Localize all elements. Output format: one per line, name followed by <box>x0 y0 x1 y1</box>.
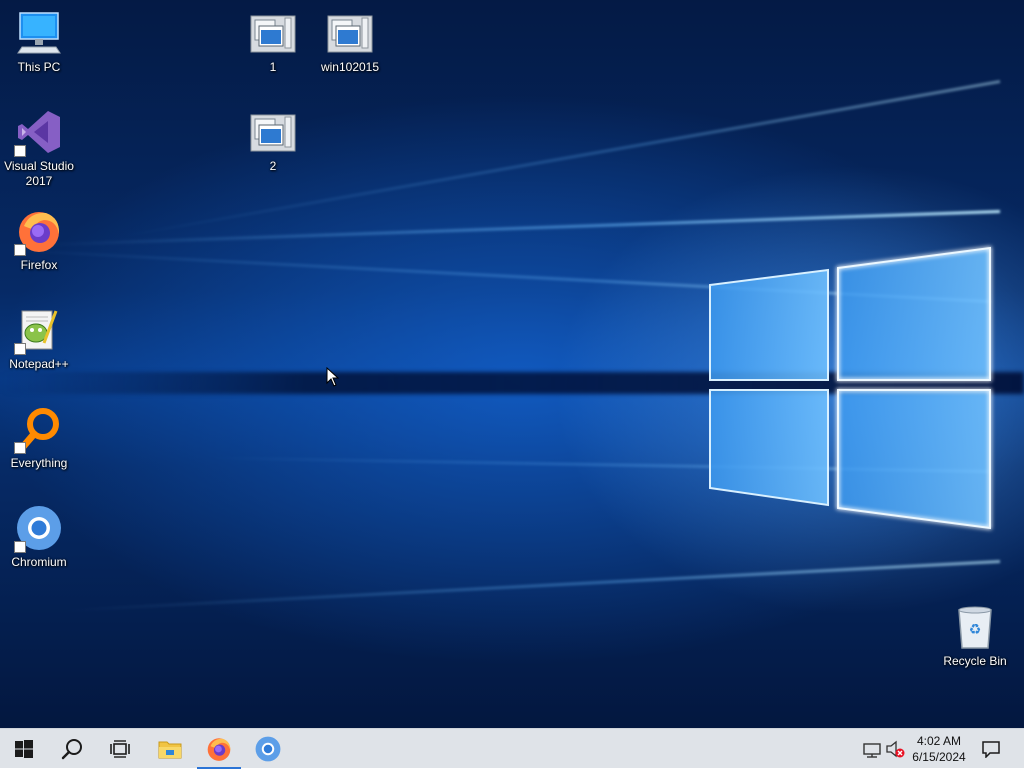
svg-text:♻: ♻ <box>969 622 982 638</box>
firefox-icon <box>207 738 231 761</box>
shortcut-arrow-icon <box>14 343 26 355</box>
image-file-icon <box>327 15 373 53</box>
desktop-icon-label: Recycle Bin <box>943 654 1007 668</box>
windows-logo-wallpaper <box>709 246 992 530</box>
desktop-icon-label: 2 <box>269 159 277 173</box>
start-button[interactable] <box>0 729 48 769</box>
taskbar-clock[interactable]: 4:02 AM 6/15/2024 <box>900 731 978 767</box>
desktop-icon-this-pc[interactable]: This PC <box>1 8 77 75</box>
desktop-icon-label: win102015 <box>320 60 380 74</box>
file-explorer-icon <box>158 741 182 759</box>
desktop-icon-label: 1 <box>269 60 277 74</box>
task-view-button[interactable] <box>96 729 144 769</box>
taskbar-chromium[interactable] <box>244 729 292 769</box>
taskbar: 4:02 AM 6/15/2024 <box>0 728 1024 769</box>
desktop-icon-label: Visual Studio 2017 <box>4 159 74 188</box>
computer-icon <box>17 12 61 54</box>
shortcut-arrow-icon <box>14 145 26 157</box>
image-file-icon <box>250 15 296 53</box>
wallpaper-ray <box>61 560 1001 613</box>
clock-date: 6/15/2024 <box>912 750 966 764</box>
taskbar-firefox[interactable] <box>195 729 243 769</box>
desktop-icon-notepadpp[interactable]: Notepad++ <box>1 305 77 372</box>
desktop-icon-label: Everything <box>10 456 68 470</box>
desktop[interactable]: This PC Visual Studio 2017 Firefox Notep… <box>0 0 1024 728</box>
desktop-file-1[interactable]: 1 <box>235 8 311 75</box>
search-button[interactable] <box>48 729 96 769</box>
desktop-icon-label: Chromium <box>11 555 67 569</box>
task-view-icon <box>110 740 130 758</box>
desktop-icon-everything[interactable]: Everything <box>1 404 77 471</box>
shortcut-arrow-icon <box>14 244 26 256</box>
windows-start-icon <box>15 740 33 758</box>
action-center-button[interactable] <box>968 729 1014 769</box>
desktop-icon-chromium[interactable]: Chromium <box>1 503 77 570</box>
mouse-cursor-icon <box>326 367 340 387</box>
shortcut-arrow-icon <box>14 442 26 454</box>
chromium-icon <box>255 736 281 762</box>
desktop-icon-recycle-bin[interactable]: ♻ Recycle Bin <box>937 602 1013 669</box>
notification-icon <box>982 741 1000 758</box>
shortcut-arrow-icon <box>14 541 26 553</box>
desktop-icon-label: This PC <box>17 60 61 74</box>
search-icon <box>61 739 82 760</box>
desktop-file-win102015[interactable]: win102015 <box>312 8 388 75</box>
desktop-icon-visual-studio[interactable]: Visual Studio 2017 <box>1 107 77 189</box>
desktop-file-2[interactable]: 2 <box>235 107 311 174</box>
desktop-icon-label: Notepad++ <box>9 357 69 371</box>
desktop-icon-firefox[interactable]: Firefox <box>1 206 77 273</box>
desktop-icon-label: Firefox <box>20 258 58 272</box>
network-icon[interactable] <box>862 739 882 759</box>
taskbar-file-explorer[interactable] <box>146 729 194 769</box>
recycle-bin-icon: ♻ <box>958 606 992 649</box>
image-file-icon <box>250 114 296 152</box>
clock-time: 4:02 AM <box>916 734 962 748</box>
